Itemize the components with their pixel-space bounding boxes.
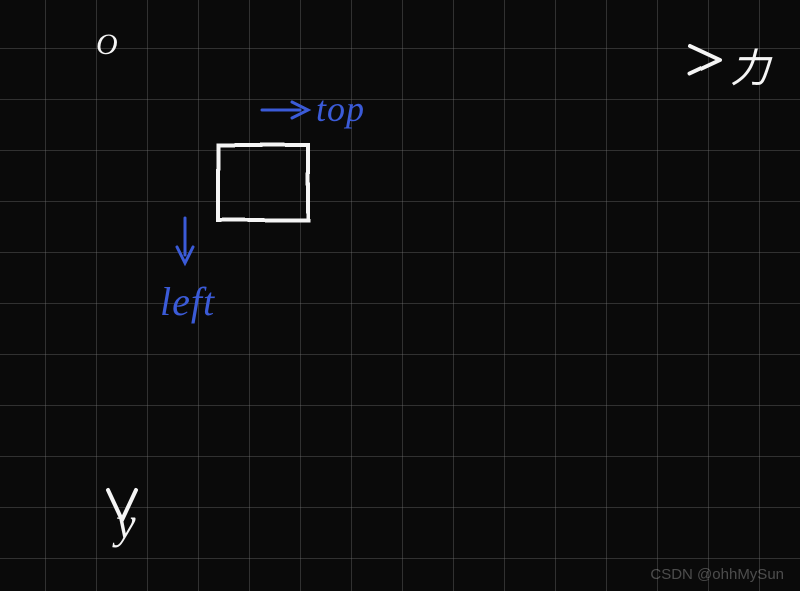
positioned-box [218,145,308,220]
x-axis-label: 力 [730,36,770,94]
origin-label: O [96,28,118,62]
x-axis [118,46,720,74]
top-label: top [316,88,365,130]
watermark: CSDN @ohhMySun [650,566,784,583]
left-label: left [160,278,215,325]
left-distance-indicator [132,182,216,192]
top-label-arrow [262,102,308,118]
y-axis [108,56,136,520]
y-axis-label: y [116,498,136,549]
left-label-arrow [177,218,193,263]
